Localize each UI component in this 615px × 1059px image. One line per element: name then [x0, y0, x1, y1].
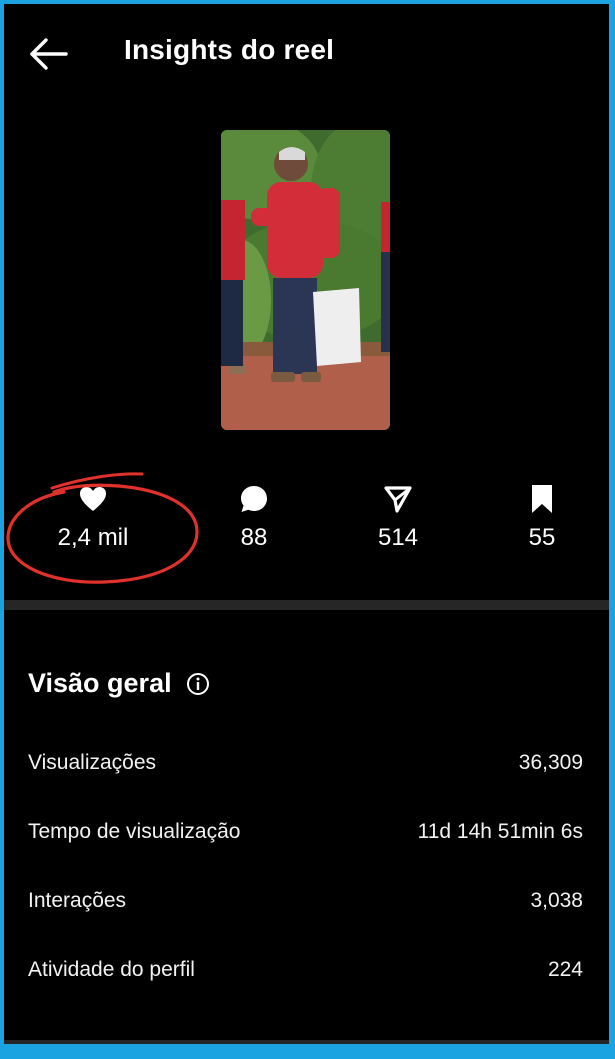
engagement-stats: 2,4 mil 88 514 55 — [4, 482, 609, 592]
metric-label: Atividade do perfil — [28, 958, 195, 981]
metric-row-interactions[interactable]: Interações 3,038 — [28, 881, 583, 921]
metric-label: Interações — [28, 889, 127, 912]
back-button[interactable] — [26, 32, 72, 78]
saves-stat[interactable]: 55 — [472, 482, 609, 552]
metric-label: Visualizações — [28, 751, 157, 774]
overview-title: Visão geral — [28, 668, 172, 698]
metric-value: 36,309 — [518, 751, 583, 774]
reel-thumbnail[interactable] — [221, 130, 390, 430]
likes-count: 2,4 mil — [57, 524, 129, 551]
comment-bubble-icon — [241, 486, 267, 512]
info-icon[interactable] — [186, 672, 210, 696]
bookmark-icon — [532, 485, 552, 513]
send-paper-plane-icon — [384, 486, 412, 513]
overview-header: Visão geral — [28, 668, 210, 699]
metric-row-watch-time[interactable]: Tempo de visualização 11d 14h 51min 6s — [28, 812, 583, 852]
metric-label: Tempo de visualização — [28, 820, 241, 843]
page-title: Insights do reel — [124, 34, 335, 65]
shares-stat[interactable]: 514 — [328, 482, 468, 552]
metric-value: 3,038 — [530, 889, 583, 912]
arrow-left-icon — [30, 38, 68, 70]
heart-icon — [80, 487, 106, 511]
comments-count: 88 — [240, 524, 268, 551]
likes-stat[interactable]: 2,4 mil — [23, 482, 163, 552]
reel-insights-screen: Insights do reel 2,4 mil 88 514 55 Visão… — [4, 4, 609, 1044]
header: Insights do reel — [4, 4, 609, 100]
reel-thumbnail-image — [221, 130, 390, 430]
saves-count: 55 — [528, 524, 556, 551]
bottom-divider — [4, 1040, 609, 1044]
comments-stat[interactable]: 88 — [184, 482, 324, 552]
metric-row-views[interactable]: Visualizações 36,309 — [28, 743, 583, 783]
section-divider — [4, 600, 609, 610]
metric-value: 11d 14h 51min 6s — [417, 820, 583, 843]
shares-count: 514 — [377, 524, 419, 551]
metric-row-profile-activity[interactable]: Atividade do perfil 224 — [28, 950, 583, 990]
metric-value: 224 — [547, 958, 583, 981]
